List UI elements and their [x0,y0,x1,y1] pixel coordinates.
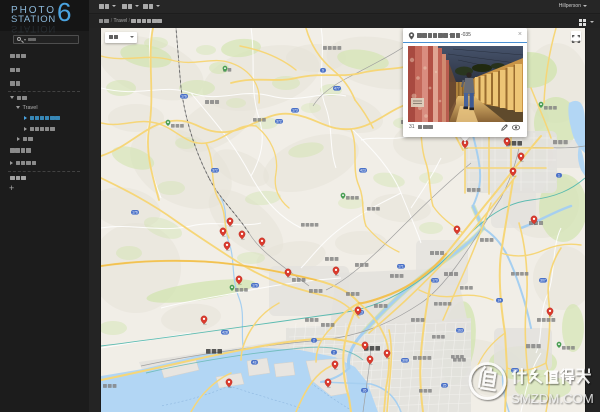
svg-text:SMZDM.COM: SMZDM.COM [511,391,594,406]
svg-text:163: 163 [457,329,463,333]
svg-text:2: 2 [333,351,335,355]
svg-text:308: 308 [402,359,408,363]
svg-text:43: 43 [253,361,257,365]
svg-text:170: 170 [432,279,438,283]
svg-text:26: 26 [363,389,367,393]
svg-text:477: 477 [334,87,340,91]
svg-text:176: 176 [181,95,187,99]
svg-text:171: 171 [398,265,404,269]
svg-text:307: 307 [540,279,546,283]
svg-text:24: 24 [498,299,502,303]
svg-text:372: 372 [276,120,282,124]
svg-text:428: 428 [222,331,228,335]
svg-text:176: 176 [252,284,258,288]
svg-text:372: 372 [212,169,218,173]
svg-text:2: 2 [313,339,315,343]
svg-text:9: 9 [322,69,324,73]
svg-text:25: 25 [443,384,447,388]
svg-text:1: 1 [558,174,560,178]
svg-text:423: 423 [360,169,366,173]
svg-text:173: 173 [292,109,298,113]
svg-text:176: 176 [132,211,138,215]
